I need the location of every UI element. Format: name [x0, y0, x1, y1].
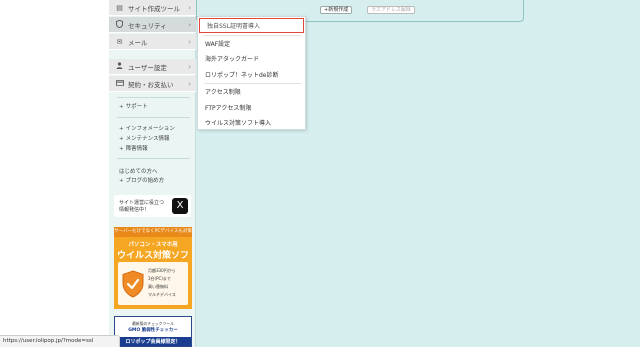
shield-icon [115, 19, 124, 30]
plus-icon: + [119, 126, 124, 132]
bulk-button[interactable]: ラズアドレス解除 [367, 6, 415, 14]
plus-icon: + [119, 104, 124, 110]
menu-item-ssl[interactable]: 独自SSL証明書導入 [199, 18, 304, 33]
banner-card: 月額330円から 3台(PC)まで 買い替無料 マルチデバイス [118, 262, 188, 305]
plus-icon: + [119, 136, 124, 142]
chevron-right-icon: › [188, 3, 191, 12]
divider [117, 117, 190, 118]
card-icon [115, 79, 124, 88]
menu-item-antivirus-install[interactable]: ウイルス対策ソフト導入 [198, 115, 305, 130]
link-label: ブログの始め方 [125, 178, 165, 184]
virus-software-banner[interactable]: サーバーだけでなくPCデバイスも対策 パソコン・スマホ用 ウイルス対策ソフト 月… [114, 227, 192, 309]
shield-icon [122, 270, 144, 298]
sidebar-item-mail[interactable]: ✉ メール › [109, 34, 196, 50]
security-dropdown-menu: 独自SSL証明書導入 WAF設定 海外アタックガード ロリポップ！ネットde診断… [197, 16, 306, 130]
new-button[interactable]: +新規作成 [320, 6, 353, 14]
sidebar-item-security[interactable]: セキュリティ › [109, 17, 196, 33]
banner-feature-list: 月額330円から 3台(PC)まで 買い替無料 マルチデバイス [148, 268, 176, 297]
link-beginners[interactable]: はじめての方へ [119, 167, 158, 175]
menu-item-access-restriction[interactable]: アクセス制限 [198, 84, 305, 99]
sidebar-item-user-settings[interactable]: ユーザー設定 › [109, 59, 196, 75]
sidebar-item-billing[interactable]: 契約・お支払い › [109, 76, 196, 92]
link-outage[interactable]: + 障害情報 [119, 144, 148, 152]
sidebar-item-site-tools[interactable]: ▤ サイト作成ツール › [109, 0, 196, 16]
menu-item-overseas-attack-guard[interactable]: 海外アタックガード [198, 51, 305, 66]
link-blog-start[interactable]: + ブログの始め方 [119, 176, 164, 184]
sidebar-item-label: サイト作成ツール [128, 4, 180, 13]
menu-item-net-diagnosis[interactable]: ロリポップ！ネットde診断 [198, 67, 305, 82]
menu-item-ftp-access-restriction[interactable]: FTPアクセス制限 [198, 100, 305, 115]
chevron-right-icon: › [188, 62, 191, 71]
sidebar-item-label: 契約・お支払い [128, 80, 174, 89]
sidebar-item-label: ユーザー設定 [128, 63, 167, 72]
gmo-checker-banner[interactable]: 最新版のチェックツール GMO 脆弱性チェッカー ロリポップ会員様限定！ [114, 316, 192, 347]
user-icon [115, 62, 124, 71]
chevron-right-icon: › [188, 20, 191, 29]
link-label: サポート [125, 104, 148, 110]
gmo-logo: GMO 脆弱性チェッカー [128, 328, 178, 333]
chevron-right-icon: › [188, 37, 191, 46]
banner-top-text: サーバーだけでなくPCデバイスも対策 [114, 227, 192, 237]
sidebar-item-label: メール [128, 38, 148, 47]
plus-icon: + [119, 146, 124, 152]
x-banner-text: サイト運営に役立つ 情報発信中！ [119, 200, 165, 213]
status-bar-url: https://user.lolipop.jp/?mode=ssl [0, 335, 120, 347]
sidebar-item-label: セキュリティ [128, 21, 167, 30]
x-banner[interactable]: サイト運営に役立つ 情報発信中！ X [114, 195, 191, 217]
link-information[interactable]: + インフォメーション [119, 124, 175, 132]
link-maintenance[interactable]: + メンテナンス情報 [119, 134, 170, 142]
link-label: メンテナンス情報 [125, 136, 170, 142]
divider [117, 158, 190, 159]
mail-icon: ✉ [116, 37, 123, 46]
menu-item-waf[interactable]: WAF設定 [198, 36, 305, 51]
link-label: インフォメーション [125, 126, 175, 132]
link-label: 障害情報 [125, 146, 148, 152]
divider [117, 97, 190, 98]
banner-bar-text: ロリポップ会員様限定！ [115, 337, 191, 346]
plus-icon: + [119, 178, 124, 184]
link-support[interactable]: + サポート [119, 102, 148, 110]
chevron-right-icon: › [188, 79, 191, 88]
banner-subtitle: パソコン・スマホ用 [128, 242, 178, 248]
x-logo-icon: X [172, 198, 188, 214]
page-icon: ▤ [116, 3, 123, 12]
sidebar: ▤ サイト作成ツール › セキュリティ › ✉ メール › ユーザー設定 › 契… [109, 0, 196, 347]
